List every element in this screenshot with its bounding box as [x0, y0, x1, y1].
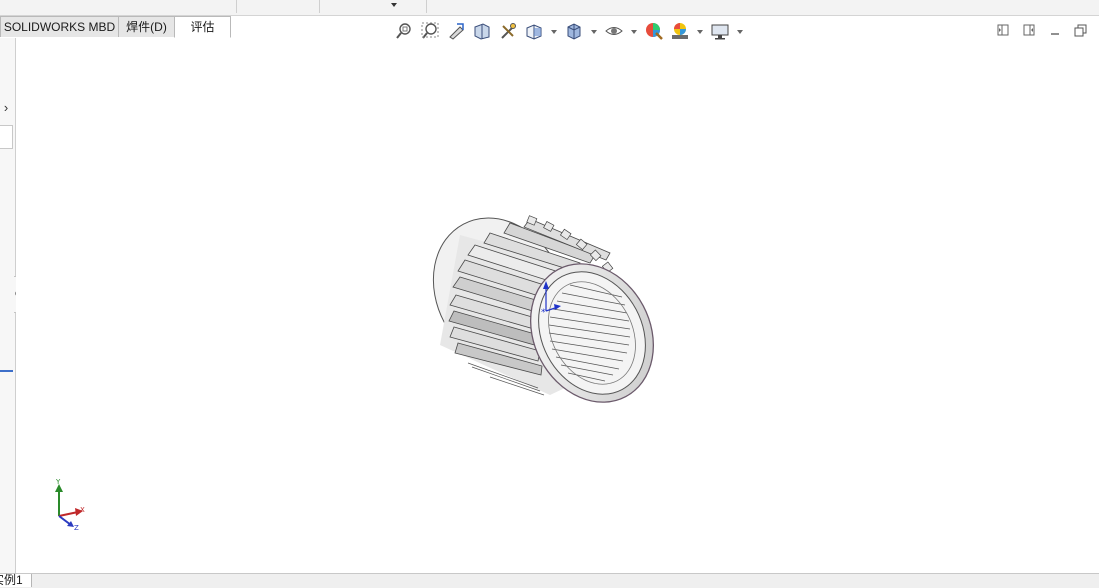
separator [319, 0, 320, 13]
dynamic-annotation-views-icon[interactable] [497, 20, 519, 42]
chevron-down-icon[interactable] [591, 30, 597, 34]
top-menu-strip [0, 0, 1099, 16]
chevron-down-icon[interactable] [631, 30, 637, 34]
menu-expand-arrow-icon[interactable] [391, 3, 397, 7]
tab-evaluate[interactable]: 评估 [174, 16, 231, 38]
zoom-to-area-icon[interactable] [419, 20, 441, 42]
tile-left-icon[interactable] [996, 23, 1010, 37]
triad-x-label: X [80, 506, 85, 514]
svg-text:*: * [541, 308, 546, 318]
display-style-icon[interactable] [563, 20, 585, 42]
minimize-icon[interactable] [1048, 23, 1062, 37]
view-settings-icon[interactable] [709, 20, 731, 42]
bottom-tab-bar: 实例1 [0, 573, 1099, 588]
separator [426, 0, 427, 13]
tile-right-icon[interactable] [1022, 23, 1036, 37]
tab-solidworks-mbd[interactable]: SOLIDWORKS MBD [0, 16, 119, 37]
triad-z-label: Z [74, 524, 79, 532]
section-view-icon[interactable] [471, 20, 493, 42]
chevron-down-icon[interactable] [737, 30, 743, 34]
edit-appearance-icon[interactable] [643, 20, 665, 42]
zoom-to-fit-icon[interactable] [393, 20, 415, 42]
bearing-model[interactable]: * [420, 205, 670, 420]
hide-show-items-icon[interactable] [603, 20, 625, 42]
view-orientation-icon[interactable] [523, 20, 545, 42]
chevron-down-icon[interactable] [551, 30, 557, 34]
separator [236, 0, 237, 13]
previous-view-icon[interactable] [445, 20, 467, 42]
triad-y-label: Y [55, 478, 61, 486]
apply-scene-icon[interactable] [669, 20, 691, 42]
chevron-right-icon[interactable]: › [0, 101, 12, 115]
tab-instance[interactable]: 实例1 [0, 574, 32, 587]
restore-icon[interactable] [1073, 23, 1087, 37]
panel-active-indicator [0, 370, 13, 372]
panel-tab-box[interactable] [0, 125, 13, 149]
coordinate-triad: Y X Z [55, 478, 85, 532]
chevron-down-icon[interactable] [697, 30, 703, 34]
tab-weldments[interactable]: 焊件(D) [118, 16, 175, 37]
